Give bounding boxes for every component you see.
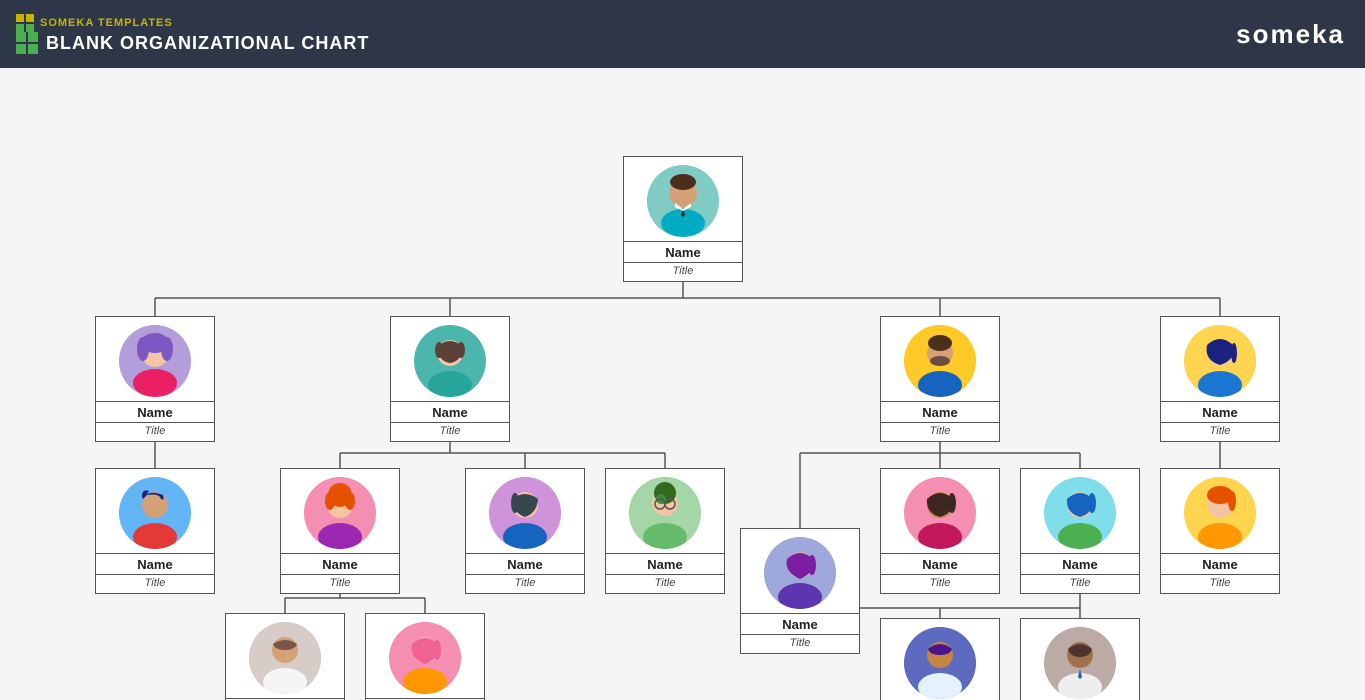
- org-node-l2e: Name Title: [740, 528, 860, 654]
- avatar-l2f: [904, 477, 976, 549]
- avatar-area-l2e: [741, 529, 859, 613]
- node-name-root: Name: [624, 241, 742, 262]
- someka-logo: someka: [1236, 19, 1345, 50]
- avatar-area-l2d: [606, 469, 724, 553]
- avatar-l2d: [629, 477, 701, 549]
- title-icon-sq4: [28, 44, 38, 54]
- node-title-l2h: Title: [1161, 574, 1279, 593]
- avatar-area-l1b: [391, 317, 509, 401]
- node-name-l1c: Name: [881, 401, 999, 422]
- node-name-l2d: Name: [606, 553, 724, 574]
- header: SOMEKA TEMPLATES BLANK ORGANIZATIONAL CH…: [0, 0, 1365, 68]
- avatar-l3c: [904, 627, 976, 699]
- node-title-root: Title: [624, 262, 742, 281]
- node-title-l2a: Title: [96, 574, 214, 593]
- node-name-l2g: Name: [1021, 553, 1139, 574]
- title-icon-sq1: [16, 32, 26, 42]
- title-icon: [16, 32, 38, 54]
- node-name-l2a: Name: [96, 553, 214, 574]
- brand-icon-sq2: [26, 14, 34, 22]
- avatar-l2g: [1044, 477, 1116, 549]
- avatar-area-l2f: [881, 469, 999, 553]
- org-node-l2h: Name Title: [1160, 468, 1280, 594]
- avatar-l2a: [119, 477, 191, 549]
- avatar-area-l2h: [1161, 469, 1279, 553]
- avatar-area-l3c: [881, 619, 999, 700]
- org-node-l2d: Name Title: [605, 468, 725, 594]
- header-left: SOMEKA TEMPLATES BLANK ORGANIZATIONAL CH…: [16, 14, 369, 54]
- node-title-l2e: Title: [741, 634, 859, 653]
- avatar-area-l2g: [1021, 469, 1139, 553]
- org-node-l1a: Name Title: [95, 316, 215, 442]
- node-name-l2b: Name: [281, 553, 399, 574]
- avatar-root: [647, 165, 719, 237]
- avatar-area-l2c: [466, 469, 584, 553]
- node-title-l2f: Title: [881, 574, 999, 593]
- avatar-l2h: [1184, 477, 1256, 549]
- org-node-l1c: Name Title: [880, 316, 1000, 442]
- avatar-l2b: [304, 477, 376, 549]
- title-icon-sq3: [16, 44, 26, 54]
- node-title-l1d: Title: [1161, 422, 1279, 441]
- avatar-area-l3b: [366, 614, 484, 698]
- node-title-l1a: Title: [96, 422, 214, 441]
- avatar-area-l3a: [226, 614, 344, 698]
- org-node-l2c: Name Title: [465, 468, 585, 594]
- node-name-l2e: Name: [741, 613, 859, 634]
- avatar-area-l1c: [881, 317, 999, 401]
- node-name-l1a: Name: [96, 401, 214, 422]
- node-title-l2d: Title: [606, 574, 724, 593]
- node-title-l2g: Title: [1021, 574, 1139, 593]
- avatar-area-l1a: [96, 317, 214, 401]
- avatar-l1b: [414, 325, 486, 397]
- avatar-l1c: [904, 325, 976, 397]
- node-name-l2f: Name: [881, 553, 999, 574]
- org-node-l1d: Name Title: [1160, 316, 1280, 442]
- node-title-l2c: Title: [466, 574, 584, 593]
- node-name-l1d: Name: [1161, 401, 1279, 422]
- node-title-l1b: Title: [391, 422, 509, 441]
- org-node-l3b: Name Title: [365, 613, 485, 700]
- avatar-l3b: [389, 622, 461, 694]
- avatar-l3d: [1044, 627, 1116, 699]
- avatar-area-l1d: [1161, 317, 1279, 401]
- brand-icon: [16, 14, 34, 32]
- org-node-l2g: Name Title: [1020, 468, 1140, 594]
- avatar-l1d: [1184, 325, 1256, 397]
- brand-icon-sq3: [16, 24, 24, 32]
- org-node-l2b: Name Title: [280, 468, 400, 594]
- org-node-l2a: Name Title: [95, 468, 215, 594]
- node-title-l2b: Title: [281, 574, 399, 593]
- org-chart-area: Name Title Name Title: [0, 68, 1365, 700]
- avatar-area-l2a: [96, 469, 214, 553]
- avatar-area-l2b: [281, 469, 399, 553]
- avatar-l1a: [119, 325, 191, 397]
- avatar-area: [624, 157, 742, 241]
- org-node-l2f: Name Title: [880, 468, 1000, 594]
- title-icon-sq2: [28, 32, 38, 42]
- avatar-l2e: [764, 537, 836, 609]
- avatar-area-l3d: [1021, 619, 1139, 700]
- brand-icon-sq1: [16, 14, 24, 22]
- page-title: BLANK ORGANIZATIONAL CHART: [16, 32, 369, 54]
- node-title-l1c: Title: [881, 422, 999, 441]
- brand-icon-sq4: [26, 24, 34, 32]
- brand-label: SOMEKA TEMPLATES: [16, 14, 369, 32]
- node-name-l2h: Name: [1161, 553, 1279, 574]
- org-node-l3d: Name Title: [1020, 618, 1140, 700]
- org-node-l3a: Name Title: [225, 613, 345, 700]
- avatar-l3a: [249, 622, 321, 694]
- org-node-root: Name Title: [623, 156, 743, 282]
- avatar-l2c: [489, 477, 561, 549]
- node-name-l1b: Name: [391, 401, 509, 422]
- node-name-l2c: Name: [466, 553, 584, 574]
- org-node-l1b: Name Title: [390, 316, 510, 442]
- org-node-l3c: Name Title: [880, 618, 1000, 700]
